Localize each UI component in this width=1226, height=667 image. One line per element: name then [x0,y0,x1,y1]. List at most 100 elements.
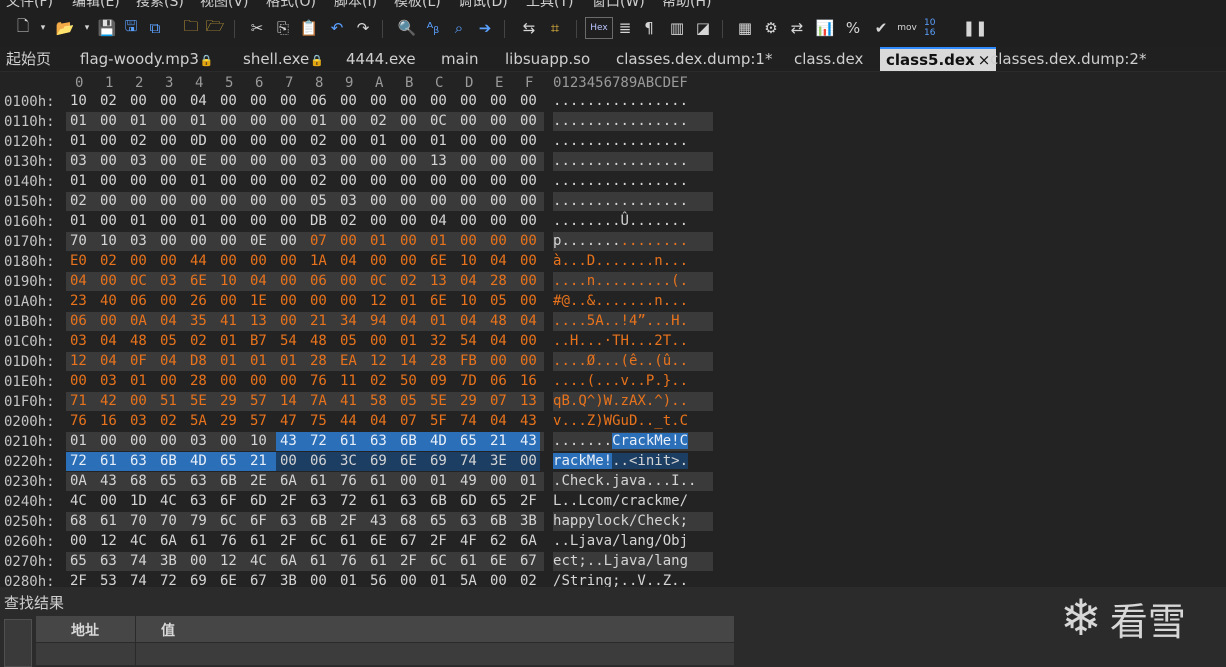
hex-byte[interactable]: 03 [66,332,96,351]
hex-byte[interactable]: 48 [306,332,336,351]
hex-byte[interactable]: 76 [66,412,96,431]
hex-byte[interactable]: 00 [516,352,540,371]
hex-byte[interactable]: 00 [216,112,246,131]
hex-byte[interactable]: 2F [336,512,366,531]
hex-byte[interactable]: 00 [276,192,306,211]
tab-file[interactable]: class5.dex × [880,47,997,71]
hex-byte[interactable]: 29 [216,392,246,411]
hex-byte[interactable]: 12 [216,552,246,571]
hex-byte[interactable]: 00 [246,372,276,391]
ascii-row[interactable]: ....Ø...(ê..(û.. [553,352,713,371]
hex-byte[interactable]: 00 [516,152,540,171]
hex-byte[interactable]: 5E [426,392,456,411]
menu-item[interactable]: 视图(V) [200,0,249,9]
hex-byte[interactable]: 6B [396,432,426,451]
ascii-row[interactable]: ....(...v..P.}.. [553,372,713,391]
hex-byte[interactable]: 10 [456,292,486,311]
hex-byte[interactable]: 01 [186,212,216,231]
hex-byte[interactable]: 00 [246,92,276,111]
hex-byte[interactable]: 10 [456,252,486,271]
hex-row[interactable]: 76 16 03 02 5A 29 57 47 75 44 04 07 5F 74 04 43 [66,412,544,431]
base-convert-icon[interactable]: 10 16 [924,17,946,39]
hex-byte[interactable]: 4D [186,452,216,471]
hex-byte[interactable]: 63 [126,452,156,471]
hex-byte[interactable]: 6E [486,552,516,571]
hex-row[interactable]: 72 61 63 6B 4D 65 21 00 06 3C 69 6E 69 74 3E 00 [66,452,544,471]
hex-byte[interactable]: 57 [246,412,276,431]
hex-byte[interactable]: 54 [276,332,306,351]
hex-byte[interactable]: 00 [276,372,306,391]
hex-byte[interactable]: 6E [216,572,246,587]
hex-byte[interactable]: 3B [276,572,306,587]
hex-byte[interactable]: 63 [306,492,336,511]
hex-byte[interactable]: 0A [66,472,96,491]
hex-byte[interactable]: 00 [96,492,126,511]
ascii-row[interactable]: ..Ljava/lang/Obj [553,532,713,551]
hex-byte[interactable]: 04 [336,252,366,271]
hex-byte[interactable]: 43 [276,432,306,451]
hex-byte[interactable]: 02 [96,252,126,271]
hex-byte[interactable]: 00 [276,92,306,111]
hex-byte[interactable]: 06 [126,292,156,311]
hex-byte[interactable]: 1A [306,252,336,271]
ascii-row[interactable]: .......CrackMe!C [553,432,713,451]
hex-row[interactable]: 00 03 01 00 28 00 00 00 76 11 02 50 09 7D 06 16 [66,372,544,391]
hex-byte[interactable]: 00 [216,372,246,391]
hex-byte[interactable]: 02 [516,572,540,587]
save-as-icon[interactable]: 🖫 [120,17,142,39]
hex-row[interactable]: E0 02 00 00 44 00 00 00 1A 04 00 00 6E 10 04 00 [66,252,544,271]
hex-byte[interactable]: 00 [396,192,426,211]
hex-byte[interactable]: 00 [456,152,486,171]
hex-byte[interactable]: 00 [96,172,126,191]
hex-byte[interactable]: 01 [216,352,246,371]
hex-byte[interactable]: 4D [426,432,456,451]
hex-byte[interactable]: 00 [156,172,186,191]
hex-byte[interactable]: 00 [516,232,540,251]
hex-byte[interactable]: 00 [216,132,246,151]
hex-byte[interactable]: 01 [66,172,96,191]
goto-icon[interactable]: ➔ [474,17,496,39]
hex-byte[interactable]: 02 [336,212,366,231]
hex-byte[interactable]: 10 [216,272,246,291]
hex-byte[interactable]: 41 [216,312,246,331]
hex-byte[interactable]: 00 [276,112,306,131]
hex-byte[interactable]: 02 [96,92,126,111]
hex-byte[interactable]: 01 [306,112,336,131]
open-folder-icon[interactable]: 📂 [54,17,76,39]
bookmark-icon[interactable]: ◪ [692,17,714,39]
hex-byte[interactable]: 00 [336,292,366,311]
hex-byte[interactable]: 02 [366,372,396,391]
hex-byte[interactable]: 04 [96,352,126,371]
hex-byte[interactable]: DB [306,212,336,231]
hex-byte[interactable]: 10 [66,92,96,111]
hex-row[interactable]: 2F 53 74 72 69 6E 67 3B 00 01 56 00 01 5A 00 02 [66,572,544,587]
hex-byte[interactable]: 61 [96,452,126,471]
hex-byte[interactable]: 00 [276,212,306,231]
hex-byte[interactable]: 00 [366,92,396,111]
hex-byte[interactable]: 01 [66,112,96,131]
replace-icon[interactable]: ᴬᵦ [422,17,444,39]
hex-byte[interactable]: 00 [516,292,540,311]
hex-byte[interactable]: 01 [186,172,216,191]
hex-byte[interactable]: 03 [96,372,126,391]
hex-byte[interactable]: 79 [186,512,216,531]
hex-byte[interactable]: 74 [126,572,156,587]
hex-byte[interactable]: 01 [396,332,426,351]
hex-byte[interactable]: 12 [366,292,396,311]
hex-byte[interactable]: 67 [396,532,426,551]
hex-byte[interactable]: 02 [396,272,426,291]
hex-byte[interactable]: 13 [516,392,540,411]
hex-byte[interactable]: 32 [426,332,456,351]
hex-byte[interactable]: 00 [396,232,426,251]
hex-byte[interactable]: 00 [186,192,216,211]
hex-byte[interactable]: 1D [126,492,156,511]
hex-byte[interactable]: 12 [66,352,96,371]
hex-row[interactable]: 10 02 00 00 04 00 00 00 06 00 00 00 00 00 00 00 [66,92,544,111]
hex-byte[interactable]: 00 [246,152,276,171]
hex-byte[interactable]: 11 [336,372,366,391]
hex-byte[interactable]: 68 [396,512,426,531]
hex-byte[interactable]: 00 [96,212,126,231]
ascii-row[interactable]: /String;..V..Z.. [553,572,713,587]
hex-byte[interactable]: 01 [66,212,96,231]
hex-byte[interactable]: 00 [246,112,276,131]
